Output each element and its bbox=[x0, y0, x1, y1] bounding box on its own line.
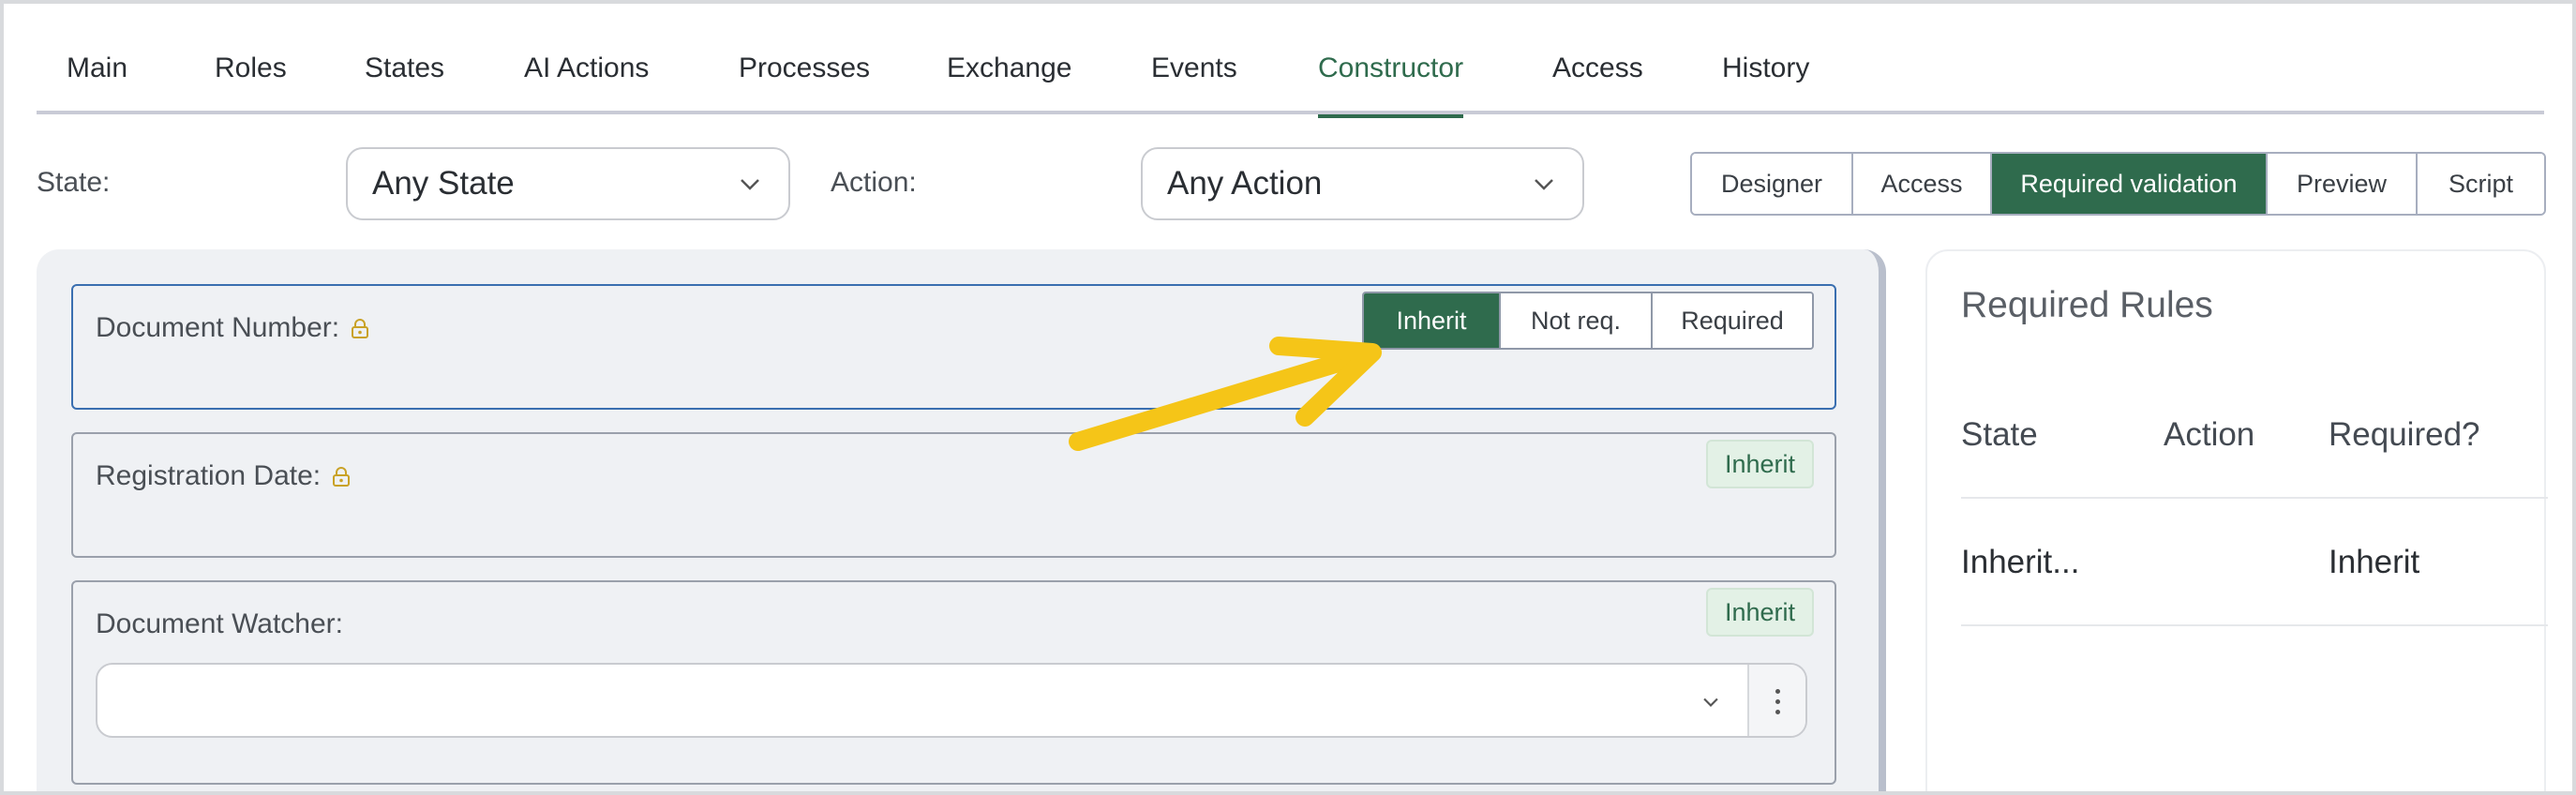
app-frame: Main Roles States AI Actions Processes E… bbox=[0, 0, 2576, 795]
chevron-down-icon bbox=[1535, 179, 1553, 190]
tab-bar: Main Roles States AI Actions Processes E… bbox=[37, 4, 2544, 118]
tab-main[interactable]: Main bbox=[67, 52, 127, 114]
state-select-value: Any State bbox=[372, 165, 515, 202]
tab-access[interactable]: Access bbox=[1552, 52, 1643, 114]
document-watcher-select[interactable] bbox=[96, 663, 1807, 738]
mode-switcher: Designer Access Required validation Prev… bbox=[1690, 152, 2546, 216]
tab-constructor[interactable]: Constructor bbox=[1318, 52, 1464, 118]
tab-ai-actions[interactable]: AI Actions bbox=[524, 52, 649, 114]
required-rules-panel: Required Rules State Action Required? In… bbox=[1925, 249, 2548, 791]
mode-required-validation-button[interactable]: Required validation bbox=[1992, 154, 2268, 214]
field-label-text: Document Number: bbox=[96, 312, 340, 343]
more-vertical-icon bbox=[1775, 689, 1781, 715]
chevron-down-icon bbox=[741, 179, 759, 190]
requirement-badge[interactable]: Inherit bbox=[1705, 588, 1814, 637]
lock-icon bbox=[352, 319, 369, 339]
panel-title: Required Rules bbox=[1961, 285, 2213, 325]
action-select[interactable]: Any Action bbox=[1141, 147, 1584, 220]
table-row[interactable]: Inherit... Inherit bbox=[1961, 499, 2548, 626]
cell-state: Inherit... bbox=[1961, 544, 2080, 580]
mode-designer-button[interactable]: Designer bbox=[1692, 154, 1853, 214]
tab-exchange[interactable]: Exchange bbox=[947, 52, 1071, 114]
tab-events[interactable]: Events bbox=[1151, 52, 1237, 114]
field-document-number[interactable]: Document Number: Inherit Not req. Requir… bbox=[71, 284, 1836, 410]
column-header-required: Required? bbox=[2329, 416, 2480, 453]
rules-table: State Action Required? Inherit... Inheri… bbox=[1961, 373, 2548, 626]
watcher-select-input[interactable] bbox=[97, 665, 1747, 736]
action-select-value: Any Action bbox=[1167, 165, 1323, 202]
tab-states[interactable]: States bbox=[365, 52, 444, 114]
requirement-badge[interactable]: Inherit bbox=[1705, 440, 1814, 488]
table-header: State Action Required? bbox=[1961, 373, 2548, 499]
required-button[interactable]: Required bbox=[1653, 293, 1812, 348]
mode-access-button[interactable]: Access bbox=[1853, 154, 1992, 214]
field-document-watcher[interactable]: Document Watcher: Inherit bbox=[71, 580, 1836, 785]
mode-script-button[interactable]: Script bbox=[2418, 154, 2544, 214]
field-label: Registration Date: bbox=[96, 460, 351, 492]
tab-roles[interactable]: Roles bbox=[215, 52, 287, 114]
field-label: Document Number: bbox=[96, 312, 369, 344]
chevron-down-icon bbox=[1703, 698, 1718, 707]
column-header-action: Action bbox=[2164, 416, 2255, 453]
more-options-button[interactable] bbox=[1747, 665, 1805, 736]
not-required-button[interactable]: Not req. bbox=[1501, 293, 1653, 348]
field-label: Document Watcher: bbox=[96, 608, 343, 639]
field-registration-date[interactable]: Registration Date: Inherit bbox=[71, 432, 1836, 558]
tab-processes[interactable]: Processes bbox=[739, 52, 870, 114]
action-label: Action: bbox=[831, 167, 917, 198]
requirement-selector: Inherit Not req. Required bbox=[1362, 292, 1814, 350]
tab-history[interactable]: History bbox=[1722, 52, 1809, 114]
field-label-text: Registration Date: bbox=[96, 460, 322, 491]
lock-icon bbox=[333, 467, 351, 488]
mode-preview-button[interactable]: Preview bbox=[2268, 154, 2418, 214]
state-label: State: bbox=[37, 167, 111, 198]
state-select[interactable]: Any State bbox=[346, 147, 790, 220]
form-fields-panel: Document Number: Inherit Not req. Requir… bbox=[37, 249, 1886, 791]
cell-required: Inherit bbox=[2329, 544, 2420, 580]
column-header-state: State bbox=[1961, 416, 2038, 453]
inherit-button[interactable]: Inherit bbox=[1364, 293, 1501, 348]
